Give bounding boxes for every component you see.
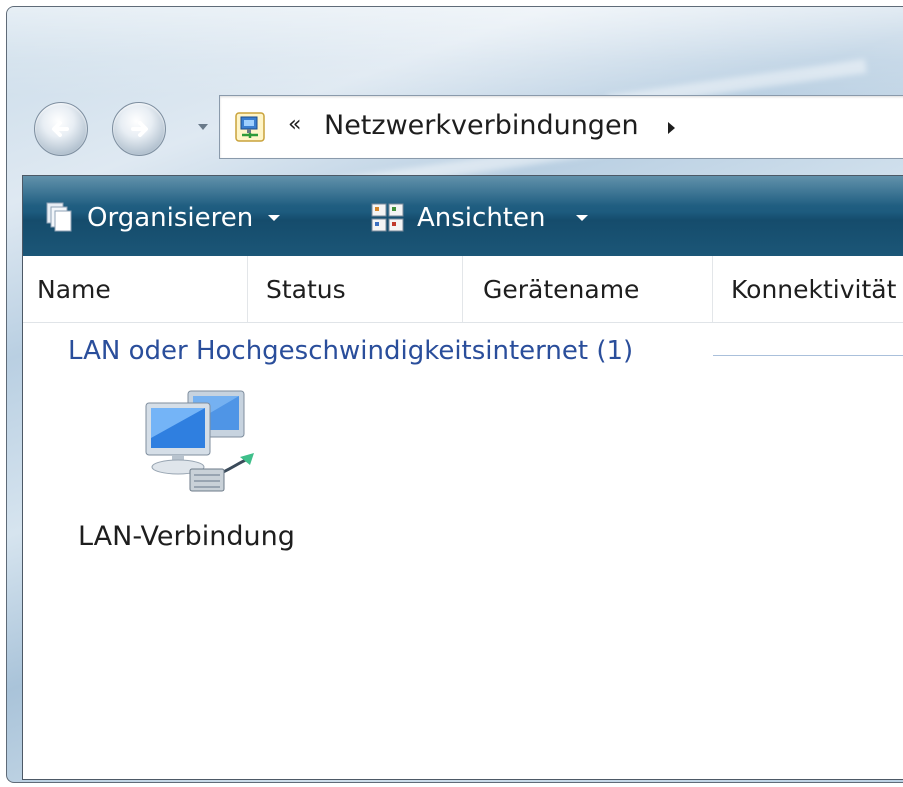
group-divider <box>713 355 903 356</box>
breadcrumb-arrow-icon[interactable] <box>666 121 676 135</box>
list-item-label: LAN-Verbindung <box>78 521 295 552</box>
recent-pages-dropdown-icon[interactable] <box>197 122 209 132</box>
organize-dropdown-icon <box>268 215 281 221</box>
back-arrow-icon <box>52 121 69 137</box>
command-toolbar: Organisieren Ansichten <box>23 176 903 257</box>
address-overflow-chevrons[interactable]: « <box>288 112 301 137</box>
group-header[interactable]: LAN oder Hochgeschwindigkeitsinternet (1… <box>68 336 633 366</box>
content-frame: Organisieren Ansichten Name Status Gerät… <box>22 175 903 780</box>
forward-arrow-icon <box>131 121 148 137</box>
column-header-connectivity[interactable]: Konnektivität <box>713 256 903 322</box>
column-header-name[interactable]: Name <box>23 256 248 322</box>
explorer-window: « Netzwerkverbindungen Organisieren Ansi… <box>6 6 903 783</box>
column-header-status[interactable]: Status <box>248 256 463 322</box>
network-connection-icon <box>145 390 254 492</box>
views-dropdown-icon <box>576 215 589 221</box>
organize-label: Organisieren <box>87 203 254 233</box>
address-bar[interactable]: « Netzwerkverbindungen <box>219 95 903 159</box>
views-label: Ansichten <box>417 203 546 233</box>
back-button[interactable] <box>34 102 88 156</box>
column-header-row: Name Status Gerätename Konnektivität <box>23 256 903 323</box>
forward-button[interactable] <box>112 102 166 156</box>
organize-icon <box>46 202 72 232</box>
list-item-lan-connection[interactable]: LAN-Verbindung <box>63 383 323 563</box>
views-icon <box>371 203 404 232</box>
views-button[interactable]: Ansichten <box>371 198 589 238</box>
address-path-label[interactable]: Netzwerkverbindungen <box>324 110 639 141</box>
file-list: LAN oder Hochgeschwindigkeitsinternet (1… <box>23 323 903 779</box>
organize-button[interactable]: Organisieren <box>45 198 281 238</box>
column-header-device-name[interactable]: Gerätename <box>463 256 713 322</box>
network-folder-icon <box>235 112 265 142</box>
